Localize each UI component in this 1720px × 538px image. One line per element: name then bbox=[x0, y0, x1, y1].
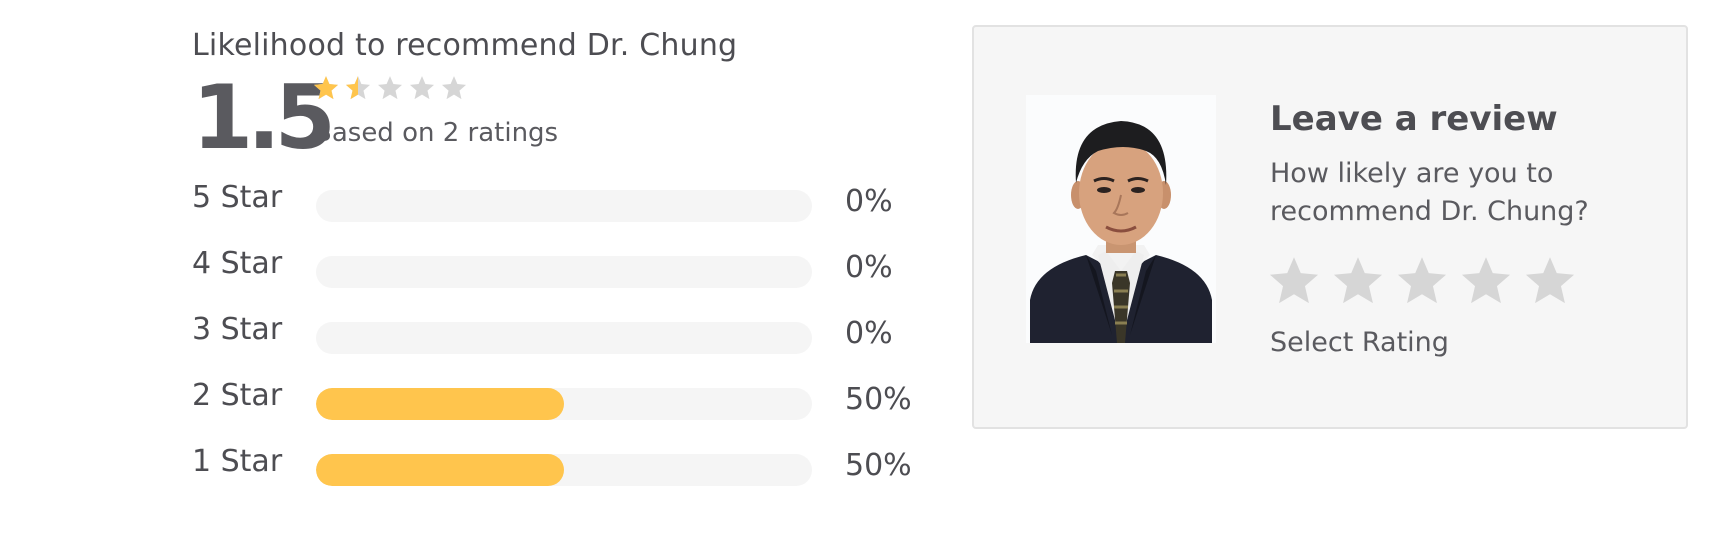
doctor-portrait-image bbox=[1026, 95, 1216, 343]
distribution-bar-fill bbox=[316, 388, 564, 420]
star-icon bbox=[377, 76, 403, 100]
ratings-count: Based on 2 ratings bbox=[314, 118, 559, 148]
distribution-percent: 50% bbox=[845, 448, 912, 483]
distribution-label: 4 Star bbox=[192, 246, 283, 281]
rating-star-5[interactable] bbox=[1522, 253, 1578, 309]
distribution-bar bbox=[316, 322, 812, 354]
star-icon bbox=[313, 76, 339, 100]
star-icon bbox=[345, 76, 371, 100]
distribution-bar bbox=[316, 388, 812, 420]
select-rating-label: Select Rating bbox=[1270, 327, 1449, 358]
average-star-rating bbox=[312, 74, 468, 102]
star-icon bbox=[441, 76, 467, 100]
distribution-bar bbox=[316, 454, 812, 486]
summary-title: Likelihood to recommend Dr. Chung bbox=[192, 28, 738, 63]
distribution-label: 2 Star bbox=[192, 378, 283, 413]
distribution-bar bbox=[316, 256, 812, 288]
distribution-percent: 0% bbox=[845, 316, 893, 351]
distribution-bar bbox=[316, 190, 812, 222]
distribution-row-3: 3 Star 0% bbox=[192, 306, 932, 372]
rating-input[interactable] bbox=[1266, 253, 1578, 309]
rating-star-1[interactable] bbox=[1266, 253, 1322, 309]
distribution-row-1: 1 Star 50% bbox=[192, 438, 932, 504]
distribution-row-2: 2 Star 50% bbox=[192, 372, 932, 438]
star-icon bbox=[409, 76, 435, 100]
rating-star-2[interactable] bbox=[1330, 253, 1386, 309]
rating-summary: Likelihood to recommend Dr. Chung 1.5 Ba… bbox=[192, 26, 932, 504]
score-row: 1.5 Based on 2 ratings bbox=[192, 68, 932, 168]
rating-star-3[interactable] bbox=[1394, 253, 1450, 309]
distribution-percent: 50% bbox=[845, 382, 912, 417]
distribution-bar-fill bbox=[316, 454, 564, 486]
distribution-row-4: 4 Star 0% bbox=[192, 240, 932, 306]
review-title: Leave a review bbox=[1270, 99, 1558, 139]
distribution-label: 1 Star bbox=[192, 444, 283, 479]
distribution-percent: 0% bbox=[845, 250, 893, 285]
rating-distribution: 5 Star 0% 4 Star 0% 3 Star 0% 2 Star 50%… bbox=[192, 174, 932, 504]
leave-review-card: Leave a review How likely are you to rec… bbox=[972, 25, 1688, 429]
review-question: How likely are you to recommend Dr. Chun… bbox=[1270, 158, 1589, 227]
distribution-label: 5 Star bbox=[192, 180, 283, 215]
average-score: 1.5 bbox=[192, 66, 336, 169]
rating-star-4[interactable] bbox=[1458, 253, 1514, 309]
doctor-photo bbox=[1026, 95, 1216, 343]
distribution-label: 3 Star bbox=[192, 312, 283, 347]
distribution-row-5: 5 Star 0% bbox=[192, 174, 932, 240]
distribution-percent: 0% bbox=[845, 184, 893, 219]
